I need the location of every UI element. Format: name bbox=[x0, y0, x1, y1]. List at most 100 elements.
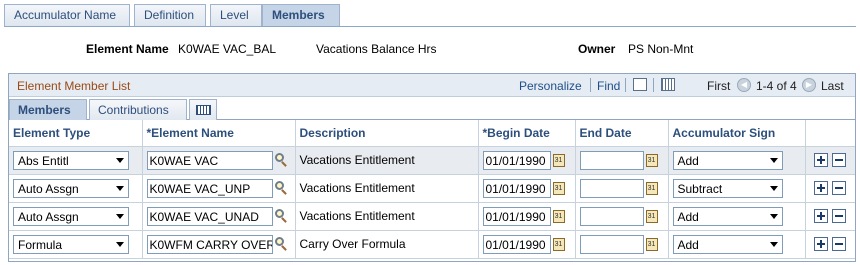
view-all-icon[interactable] bbox=[633, 78, 647, 91]
row-range: 1-4 of 4 bbox=[756, 79, 797, 93]
element-name-value: K0WAE VAC_BAL bbox=[178, 42, 277, 56]
previous-icon[interactable]: ◀ bbox=[737, 78, 751, 92]
show-all-columns-icon[interactable] bbox=[189, 99, 217, 120]
lookup-icon[interactable] bbox=[274, 237, 288, 251]
chevron-down-icon bbox=[116, 185, 124, 191]
accumulator-sign-value: Add bbox=[677, 209, 699, 224]
description-cell: Carry Over Formula bbox=[295, 230, 479, 259]
chevron-down-icon bbox=[769, 213, 778, 219]
calendar-icon[interactable]: 31 bbox=[552, 181, 565, 195]
element-type-value: Auto Assgn bbox=[18, 209, 79, 224]
element-name-input[interactable]: K0WAE VAC_UNP bbox=[146, 178, 273, 198]
tab-members[interactable]: Members bbox=[262, 4, 340, 27]
add-row-button[interactable] bbox=[814, 181, 829, 196]
element-type-select[interactable]: Formula bbox=[13, 234, 129, 254]
accumulator-sign-select[interactable]: Add bbox=[672, 206, 783, 226]
chevron-down-icon bbox=[116, 157, 124, 163]
chevron-down-icon bbox=[769, 241, 778, 247]
table-header-row: Element Type *Element Name Description *… bbox=[9, 120, 855, 147]
accumulator-sign-select[interactable]: Add bbox=[672, 234, 783, 254]
owner-value: PS Non-Mnt bbox=[628, 42, 694, 56]
element-type-select[interactable]: Auto Assgn bbox=[13, 206, 129, 226]
calendar-icon[interactable]: 31 bbox=[645, 153, 658, 167]
column-header-description[interactable]: Description bbox=[295, 120, 479, 147]
begin-date-input[interactable]: 01/01/1990 bbox=[482, 206, 551, 226]
delete-row-button[interactable] bbox=[832, 153, 847, 168]
calendar-icon[interactable]: 31 bbox=[645, 181, 658, 195]
end-date-input[interactable] bbox=[579, 234, 644, 254]
element-type-select[interactable]: Abs Entitl bbox=[13, 150, 129, 170]
begin-date-input[interactable]: 01/01/1990 bbox=[482, 234, 551, 254]
page-tabs: Accumulator Name Definition Level Member… bbox=[4, 4, 856, 27]
add-row-button[interactable] bbox=[814, 237, 829, 252]
chevron-down-icon bbox=[116, 213, 124, 219]
element-name-label: Element Name bbox=[86, 42, 169, 56]
find-link[interactable]: Find bbox=[597, 79, 620, 93]
column-header-element-type[interactable]: Element Type bbox=[9, 120, 143, 147]
element-description: Vacations Balance Hrs bbox=[316, 42, 437, 56]
tab-level[interactable]: Level bbox=[210, 4, 262, 26]
lookup-icon[interactable] bbox=[274, 209, 288, 223]
table-row: Formula K0WFM CARRY OVER Carry Over Form… bbox=[9, 230, 855, 259]
accumulator-sign-value: Add bbox=[677, 237, 699, 252]
lookup-icon[interactable] bbox=[274, 153, 288, 167]
calendar-icon[interactable]: 31 bbox=[645, 209, 658, 223]
tab-divider bbox=[4, 26, 856, 27]
lookup-icon[interactable] bbox=[274, 181, 288, 195]
element-type-value: Formula bbox=[18, 237, 63, 252]
nav-separator bbox=[653, 78, 654, 92]
column-header-element-name[interactable]: *Element Name bbox=[142, 120, 296, 147]
chevron-down-icon bbox=[769, 157, 778, 163]
end-date-input[interactable] bbox=[579, 206, 644, 226]
accumulator-sign-select[interactable]: Add bbox=[672, 150, 783, 170]
table-row: Abs Entitl K0WAE VAC Vacations Entitleme… bbox=[9, 146, 855, 175]
calendar-icon[interactable]: 31 bbox=[645, 237, 658, 251]
column-header-actions bbox=[805, 120, 855, 147]
first-label[interactable]: First bbox=[707, 79, 730, 93]
accumulator-sign-select[interactable]: Subtract bbox=[672, 178, 783, 198]
chevron-down-icon bbox=[116, 241, 124, 247]
begin-date-input[interactable]: 01/01/1990 bbox=[482, 150, 551, 170]
calendar-icon[interactable]: 31 bbox=[552, 237, 565, 251]
grid-title-bar: Element Member List Personalize Find Fir… bbox=[9, 74, 855, 97]
delete-row-button[interactable] bbox=[832, 209, 847, 224]
end-date-input[interactable] bbox=[579, 178, 644, 198]
tab-accumulator-name[interactable]: Accumulator Name bbox=[4, 4, 130, 26]
add-row-button[interactable] bbox=[814, 153, 829, 168]
subtab-members[interactable]: Members bbox=[9, 99, 87, 120]
chevron-down-icon bbox=[769, 185, 778, 191]
table-row: Auto Assgn K0WAE VAC_UNAD Vacations Enti… bbox=[9, 202, 855, 231]
calendar-icon[interactable]: 31 bbox=[552, 209, 565, 223]
description-cell: Vacations Entitlement bbox=[295, 146, 479, 175]
table-row: Auto Assgn K0WAE VAC_UNP Vacations Entit… bbox=[9, 174, 855, 203]
next-icon[interactable]: ▶ bbox=[802, 78, 816, 92]
nav-separator bbox=[625, 78, 626, 92]
begin-date-input[interactable]: 01/01/1990 bbox=[482, 178, 551, 198]
element-name-input[interactable]: K0WFM CARRY OVER bbox=[146, 234, 273, 254]
column-header-begin-date[interactable]: *Begin Date bbox=[478, 120, 576, 147]
last-label[interactable]: Last bbox=[821, 79, 844, 93]
subtab-contributions[interactable]: Contributions bbox=[89, 99, 187, 120]
calendar-icon[interactable]: 31 bbox=[552, 153, 565, 167]
accumulator-sign-value: Subtract bbox=[677, 181, 723, 196]
tab-definition[interactable]: Definition bbox=[134, 4, 206, 26]
end-date-input[interactable] bbox=[579, 150, 644, 170]
delete-row-button[interactable] bbox=[832, 237, 847, 252]
element-type-value: Auto Assgn bbox=[18, 181, 79, 196]
element-type-value: Abs Entitl bbox=[18, 153, 69, 168]
column-header-accumulator-sign[interactable]: Accumulator Sign bbox=[668, 120, 806, 147]
nav-separator bbox=[590, 78, 591, 92]
personalize-link[interactable]: Personalize bbox=[519, 79, 582, 93]
element-name-input[interactable]: K0WAE VAC_UNAD bbox=[146, 206, 273, 226]
delete-row-button[interactable] bbox=[832, 181, 847, 196]
members-table: Element Type *Element Name Description *… bbox=[9, 120, 855, 259]
element-type-select[interactable]: Auto Assgn bbox=[13, 178, 129, 198]
column-header-end-date[interactable]: End Date bbox=[575, 120, 669, 147]
element-name-input[interactable]: K0WAE VAC bbox=[146, 150, 273, 170]
add-row-button[interactable] bbox=[814, 209, 829, 224]
grid-subtabs: Members Contributions bbox=[9, 97, 855, 120]
download-grid-icon[interactable] bbox=[661, 78, 675, 91]
element-member-grid: Element Member List Personalize Find Fir… bbox=[8, 73, 856, 262]
owner-label: Owner bbox=[578, 42, 616, 56]
grid-title: Element Member List bbox=[17, 79, 131, 93]
